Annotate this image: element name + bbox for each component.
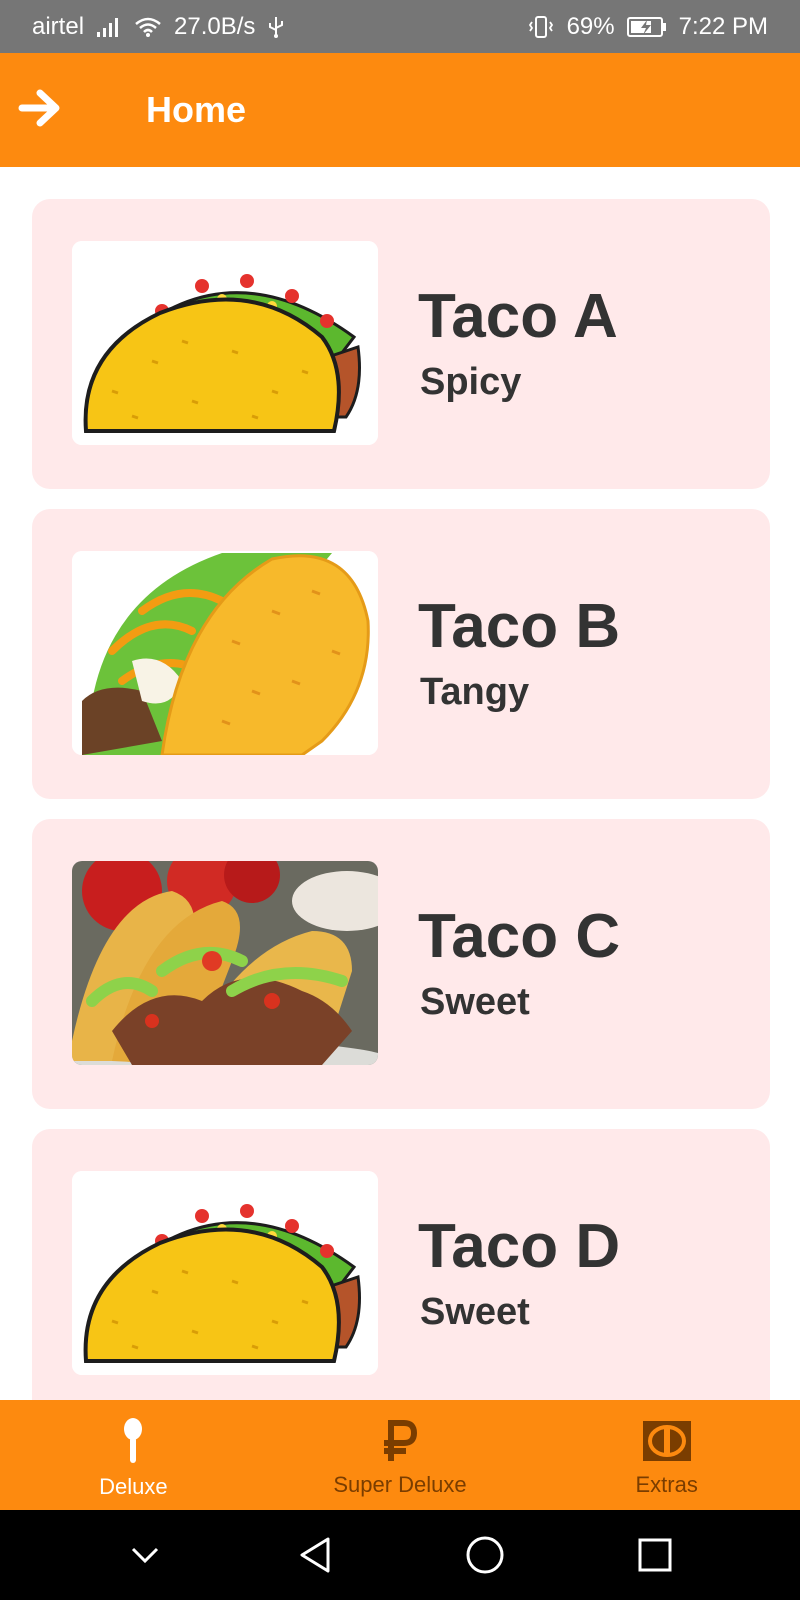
taco-name: Taco A bbox=[418, 282, 618, 351]
list-item-taco-c[interactable]: Taco C Sweet bbox=[32, 819, 770, 1109]
app-bar: Home bbox=[0, 53, 800, 167]
taco-flavor: Sweet bbox=[420, 981, 530, 1023]
coin-icon bbox=[642, 1419, 692, 1468]
taco-cartoon-image bbox=[72, 551, 378, 755]
taco-photo-image bbox=[72, 861, 378, 1065]
taco-flavor: Tangy bbox=[420, 671, 530, 713]
wifi-icon bbox=[134, 16, 162, 38]
nav-tab-extras[interactable]: Extras bbox=[533, 1400, 800, 1510]
battery-charging-icon bbox=[626, 16, 667, 38]
spoon-icon bbox=[121, 1417, 145, 1470]
taco-cartoon-image bbox=[72, 241, 378, 445]
vibrate-icon bbox=[527, 15, 555, 39]
system-nav-bar bbox=[0, 1510, 800, 1600]
usb-icon bbox=[267, 15, 285, 39]
taco-name: Taco C bbox=[418, 902, 621, 971]
taco-name: Taco B bbox=[418, 592, 621, 661]
signal-icon bbox=[96, 16, 122, 38]
nav-label-deluxe: Deluxe bbox=[99, 1473, 168, 1499]
list-item-taco-d[interactable]: Taco D Sweet bbox=[32, 1129, 770, 1400]
clock: 7:22 PM bbox=[678, 12, 768, 40]
page-title: Home bbox=[146, 89, 247, 130]
nav-tab-deluxe[interactable]: Deluxe bbox=[0, 1400, 267, 1510]
back-button[interactable] bbox=[0, 70, 80, 150]
nav-tab-super-deluxe[interactable]: Super Deluxe bbox=[267, 1400, 534, 1510]
chevron-down-icon[interactable] bbox=[115, 1525, 175, 1585]
taco-flavor: Spicy bbox=[420, 361, 522, 403]
bottom-nav: Deluxe Super Deluxe Extras bbox=[0, 1400, 800, 1510]
status-right: 69% 7:22 PM bbox=[527, 13, 768, 41]
home-circle-icon[interactable] bbox=[455, 1525, 515, 1585]
taco-cartoon-image bbox=[72, 1171, 378, 1375]
arrow-right-icon bbox=[18, 88, 62, 133]
taco-name: Taco D bbox=[418, 1212, 621, 1281]
battery-percent: 69% bbox=[566, 12, 615, 40]
nav-label-super-deluxe: Super Deluxe bbox=[333, 1471, 467, 1497]
recents-square-icon[interactable] bbox=[625, 1525, 685, 1585]
status-bar: airtel 27.0B/s 69% 7:22 PM bbox=[0, 0, 800, 53]
carrier-label: airtel bbox=[32, 12, 85, 40]
network-speed: 27.0B/s bbox=[174, 12, 256, 40]
nav-label-extras: Extras bbox=[635, 1471, 698, 1497]
taco-list[interactable]: Taco A Spicy Taco B Tangy Taco C Sweet T… bbox=[0, 167, 800, 1400]
back-triangle-icon[interactable] bbox=[285, 1525, 345, 1585]
list-item-taco-b[interactable]: Taco B Tangy bbox=[32, 509, 770, 799]
taco-flavor: Sweet bbox=[420, 1291, 530, 1333]
status-left: airtel 27.0B/s bbox=[32, 13, 285, 41]
ruble-icon bbox=[380, 1419, 420, 1468]
list-item-taco-a[interactable]: Taco A Spicy bbox=[32, 199, 770, 489]
